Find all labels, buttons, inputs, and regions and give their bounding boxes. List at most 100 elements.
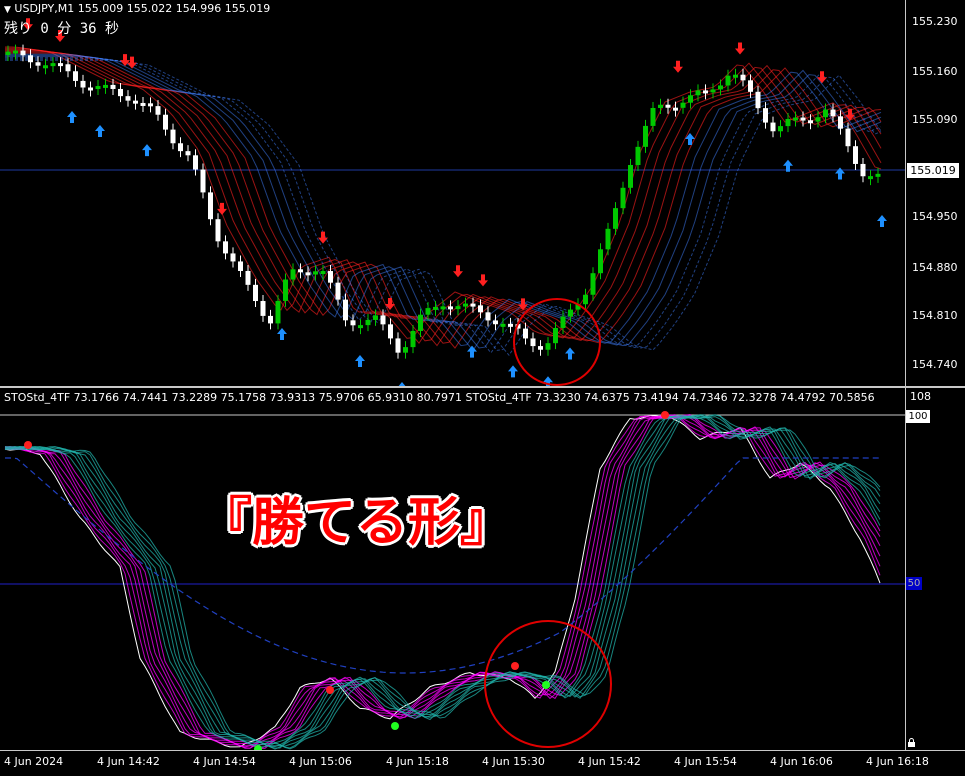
candle-body [320, 271, 326, 275]
annotation-text: 『勝てる形』 [200, 493, 513, 553]
price-tick: 154.950 [912, 210, 958, 223]
candle-body [635, 146, 641, 165]
candle-body [545, 343, 551, 350]
time-axis[interactable]: 4 Jun 2024 4 Jun 14:42 4 Jun 14:54 4 Jun… [0, 750, 965, 776]
price-tick: 154.810 [912, 309, 958, 322]
candle-body [13, 50, 18, 54]
candle-body [643, 125, 648, 147]
candle-body [110, 84, 116, 89]
candle-body [770, 122, 776, 132]
candle-body [778, 126, 783, 132]
signal-dot [661, 411, 669, 419]
time-tick: 4 Jun 15:54 [674, 755, 737, 768]
candle-body [598, 249, 603, 274]
candle-body [425, 308, 431, 315]
candle-body [238, 261, 243, 271]
candle-body [388, 324, 393, 339]
candle-body [335, 282, 341, 300]
candle-body [628, 164, 633, 188]
candle-body [358, 325, 363, 329]
candle-body [725, 75, 731, 86]
candle-body [463, 303, 468, 307]
candle-body [538, 346, 543, 350]
candle-body [298, 269, 303, 273]
osc-line [4, 414, 881, 749]
candle-body [478, 305, 483, 313]
candle-body [193, 155, 198, 170]
time-tick: 4 Jun 15:30 [482, 755, 545, 768]
candle-body [410, 330, 416, 348]
down-arrow-icon [385, 298, 395, 310]
candle-body [680, 102, 686, 108]
candle-body [163, 114, 168, 130]
candle-body [208, 192, 213, 220]
candle-body [155, 106, 161, 115]
candle-body [440, 306, 446, 310]
candle-body [328, 271, 333, 283]
triangle-down-icon[interactable]: ▼ [4, 5, 11, 15]
candle-body [470, 303, 476, 307]
symbol-quote: USDJPY,M1 155.009 155.022 154.996 155.01… [14, 2, 271, 15]
candle-body [28, 55, 33, 63]
candle-body [650, 108, 656, 126]
candle-body [20, 50, 26, 56]
candle-body [815, 117, 821, 122]
candle-body [485, 312, 491, 321]
candle-body [80, 80, 86, 88]
candle-body [140, 102, 146, 106]
candle-body [433, 306, 438, 310]
osc-line [4, 413, 881, 750]
candle-body [283, 279, 288, 301]
time-tick: 4 Jun 15:42 [578, 755, 641, 768]
signal-dot [326, 686, 334, 694]
candle-body [403, 347, 408, 353]
up-arrow-icon [67, 111, 77, 123]
candle-body [43, 65, 48, 69]
candle-body [838, 116, 843, 129]
candle-body [530, 338, 536, 347]
price-tick: 154.880 [912, 261, 958, 274]
candle-body [763, 108, 768, 123]
candle-body [200, 169, 206, 193]
down-arrow-icon [735, 42, 745, 55]
osc-line [4, 414, 881, 749]
ma-ribbon-line [5, 48, 882, 342]
candle-body [118, 88, 123, 97]
candle-body [493, 320, 498, 325]
time-tick: 4 Jun 2024 [4, 755, 64, 768]
candle-body [305, 272, 311, 276]
price-pane[interactable] [0, 0, 905, 386]
candle-body [95, 86, 101, 90]
lock-icon[interactable] [907, 738, 916, 747]
candle-body [230, 253, 236, 262]
time-tick: 4 Jun 16:18 [866, 755, 929, 768]
down-arrow-icon [318, 231, 328, 244]
candle-body [395, 338, 401, 353]
price-axis[interactable]: 155.230 155.160 155.090 154.950 154.880 … [905, 0, 965, 386]
oscillator-axis[interactable]: 108 [905, 388, 965, 750]
candle-body [508, 323, 513, 327]
signal-dot [391, 722, 399, 730]
candle-body [350, 320, 356, 326]
candle-body [860, 163, 866, 177]
up-arrow-icon [565, 347, 575, 360]
candle-countdown: 残り 0 分 36 秒 [4, 21, 120, 37]
candle-body [73, 71, 78, 81]
candle-body [373, 315, 378, 320]
candle-body [50, 63, 56, 67]
down-arrow-icon [673, 60, 683, 73]
candle-body [275, 300, 281, 324]
oscillator-pane[interactable] [0, 388, 905, 750]
candle-body [710, 89, 716, 93]
candle-body [148, 103, 153, 107]
chart-window[interactable]: 155.230 155.160 155.090 154.950 154.880 … [0, 0, 965, 775]
candle-body [290, 269, 296, 280]
current-price-tag: 155.019 [906, 162, 960, 179]
candle-body [620, 187, 626, 209]
level-100-tag: 100 [906, 410, 930, 423]
candle-body [740, 74, 746, 81]
pane-separator[interactable] [0, 386, 965, 388]
price-tick: 155.160 [912, 65, 958, 78]
candle-body [658, 104, 663, 109]
candle-body [845, 128, 851, 147]
